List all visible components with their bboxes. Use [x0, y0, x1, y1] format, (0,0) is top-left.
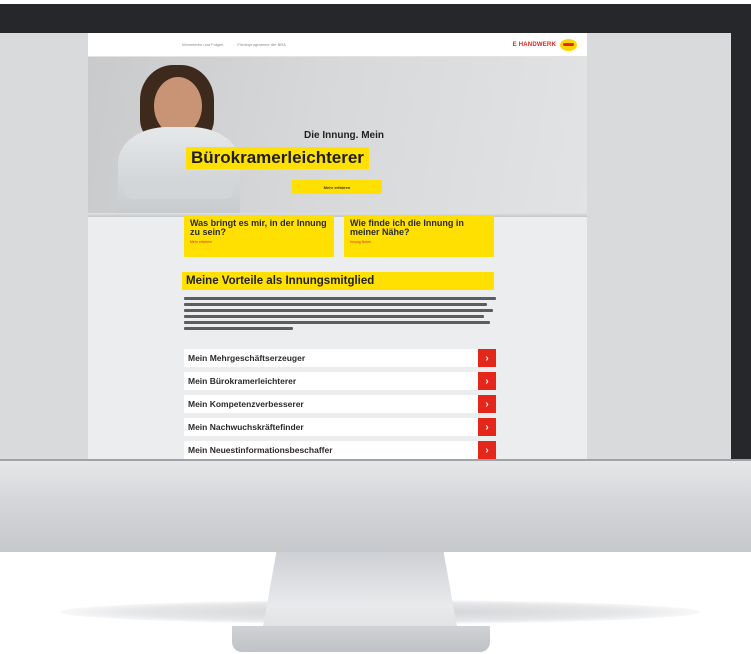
handwerk-logo-icon [560, 38, 577, 51]
hero-headline: Bürokramerleichterer [186, 147, 369, 169]
list-item[interactable]: Mein Kompetenzverbesserer › [184, 395, 496, 413]
teaser-card[interactable]: Wie finde ich die Innung in meiner Nähe?… [344, 215, 494, 257]
section-title: Meine Vorteile als Innungsmitglied [182, 272, 494, 290]
benefits-list: Mein Mehrgeschäftserzeuger › Mein Bürokr… [184, 349, 496, 459]
chevron-right-icon[interactable]: › [478, 441, 496, 459]
list-item-label: Mein Kompetenzverbesserer [188, 399, 304, 409]
list-item-label: Mein Mehrgeschäftserzeuger [188, 353, 306, 363]
teaser-card-title: Was bringt es mir, in der Innung zu sein… [190, 218, 327, 237]
intro-paragraph [184, 297, 496, 343]
chevron-right-icon[interactable]: › [478, 349, 496, 367]
site-topbar: Informieren und Folgen Förderprogramme d… [88, 33, 587, 57]
teaser-card-link[interactable]: Mehr erfahren [190, 240, 328, 244]
list-item-label: Mein Nachwuchskräftefinder [188, 422, 304, 432]
list-item[interactable]: Mein Neuestinformationsbeschaffer › [184, 441, 496, 459]
list-item-label: Mein Neuestinformationsbeschaffer [188, 445, 333, 455]
monitor-screen: Informieren und Folgen Förderprogramme d… [0, 33, 731, 459]
teaser-card-link[interactable]: Innung finden [350, 240, 488, 244]
website: Informieren und Folgen Förderprogramme d… [88, 33, 587, 459]
paragraph-line [184, 321, 490, 324]
list-item-label: Mein Bürokramerleichterer [188, 376, 297, 386]
paragraph-line [184, 315, 484, 318]
monitor-chin-edge [0, 459, 751, 461]
paragraph-line [184, 297, 496, 300]
chevron-right-icon[interactable]: › [478, 372, 496, 390]
hero-photo-shirt [118, 127, 240, 217]
top-nav-link[interactable]: Förderprogramme der BRA [237, 42, 285, 47]
list-item[interactable]: Mein Nachwuchskräftefinder › [184, 418, 496, 436]
paragraph-line [184, 303, 487, 306]
monitor-chin [0, 459, 751, 552]
hero-cta-button[interactable]: Mehr erfahren [292, 180, 382, 194]
hero-photo [114, 65, 244, 217]
paragraph-line [184, 309, 493, 312]
site-logo[interactable]: E HANDWERK [512, 38, 577, 51]
monitor-frame: Informieren und Folgen Förderprogramme d… [0, 4, 751, 552]
chevron-right-icon[interactable]: › [478, 418, 496, 436]
logo-text: E HANDWERK [512, 41, 556, 48]
teaser-cards: Was bringt es mir, in der Innung zu sein… [184, 215, 494, 257]
teaser-card[interactable]: Was bringt es mir, in der Innung zu sein… [184, 215, 334, 257]
paragraph-line [184, 327, 294, 330]
hero-photo-arms [124, 177, 234, 199]
teaser-card-title: Wie finde ich die Innung in meiner Nähe? [350, 218, 464, 237]
list-item[interactable]: Mein Bürokramerleichterer › [184, 372, 496, 390]
top-nav-link[interactable]: Informieren und Folgen [182, 42, 223, 47]
hero-banner: Die Innung. Mein Bürokramerleichterer Me… [88, 57, 587, 217]
list-item[interactable]: Mein Mehrgeschäftserzeuger › [184, 349, 496, 367]
monitor-stand-base [232, 626, 490, 652]
hero-headline-small: Die Innung. Mein [304, 130, 384, 141]
chevron-right-icon[interactable]: › [478, 395, 496, 413]
